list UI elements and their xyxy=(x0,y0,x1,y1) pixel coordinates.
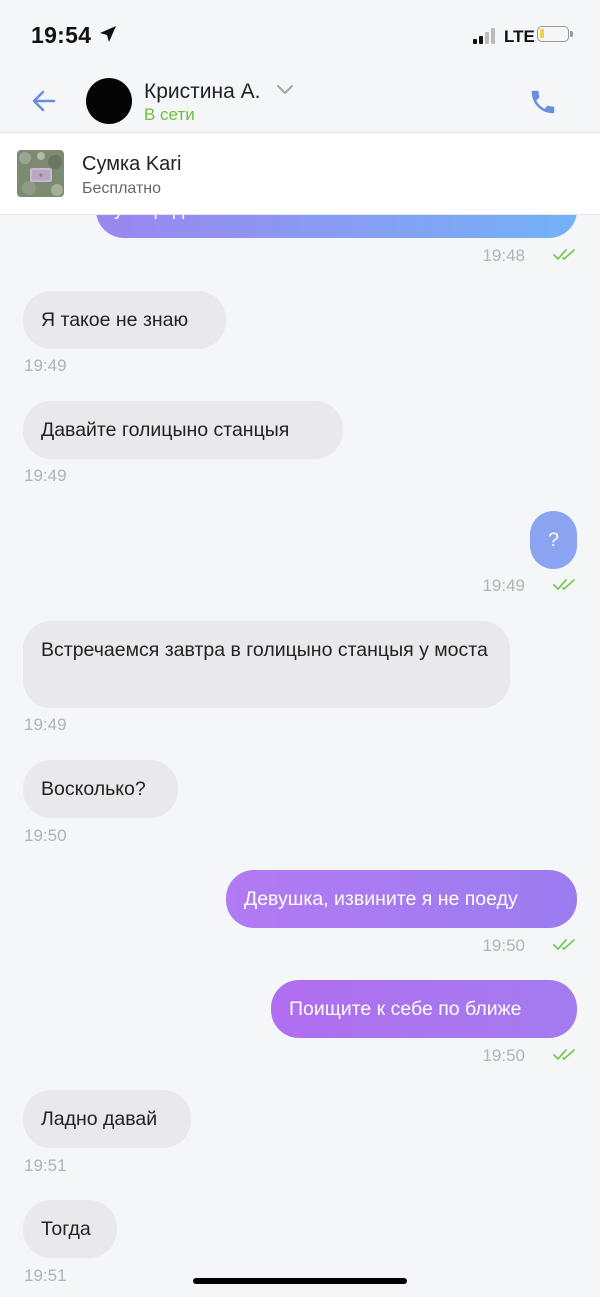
signal-bars-icon xyxy=(473,28,495,44)
message-text: Поищите к себе по ближе xyxy=(289,998,522,1020)
listing-price: Бесплатно xyxy=(82,180,162,197)
message-text: Девушка, извините я не поеду xyxy=(244,888,518,910)
message-time: 19:50 xyxy=(24,826,67,845)
message-outgoing[interactable]: Девушка, извините я не поеду xyxy=(226,870,577,928)
message-time: 19:49 xyxy=(24,466,67,485)
message-incoming[interactable]: Я такое не знаю xyxy=(23,291,226,349)
home-indicator[interactable] xyxy=(193,1278,407,1284)
listing-title[interactable]: Сумка Kari xyxy=(82,153,181,176)
message-incoming[interactable]: Давайте голицыно станцыя xyxy=(23,401,343,459)
phone-call-icon[interactable] xyxy=(528,87,558,117)
message-text: Ладно давай xyxy=(41,1108,158,1130)
double-check-icon xyxy=(553,579,575,590)
message-time: 19:51 xyxy=(24,1266,67,1285)
message-incoming[interactable]: Ладно давай xyxy=(23,1090,191,1148)
chat-header: Кристина А. В сети xyxy=(0,70,600,133)
message-text: Я такое не знаю xyxy=(41,309,189,331)
message-outgoing[interactable]: Поищите к себе по ближе xyxy=(271,980,577,1038)
message-text: Встречаемся завтра в голицыно станцыя у … xyxy=(41,639,488,661)
message-incoming[interactable]: Тогда xyxy=(23,1200,117,1258)
listing-bar[interactable]: Сумка Kari Бесплатно xyxy=(0,133,600,215)
listing-thumbnail[interactable] xyxy=(17,150,64,197)
message-text: ? xyxy=(548,529,559,551)
message-time: 19:50 xyxy=(482,1046,525,1065)
chevron-down-icon[interactable] xyxy=(276,84,294,96)
message-time: 19:50 xyxy=(482,936,525,955)
back-arrow-icon[interactable] xyxy=(30,87,58,115)
message-text: Восколько? xyxy=(41,778,146,800)
double-check-icon xyxy=(553,1049,575,1060)
battery-icon xyxy=(537,26,573,42)
avatar[interactable] xyxy=(86,78,132,124)
message-incoming[interactable]: Встречаемся завтра в голицыно станцыя у … xyxy=(23,621,510,708)
message-time: 19:48 xyxy=(482,246,525,265)
status-time: 19:54 xyxy=(31,22,92,48)
presence-status: В сети xyxy=(144,105,195,124)
message-text: Давайте голицыно станцыя xyxy=(41,419,290,441)
message-time: 19:49 xyxy=(482,576,525,595)
message-incoming[interactable]: Восколько? xyxy=(23,760,178,818)
message-text: Тогда xyxy=(41,1218,91,1240)
double-check-icon xyxy=(553,249,575,260)
message-time: 19:49 xyxy=(24,356,67,375)
network-type: LTE xyxy=(504,27,535,46)
double-check-icon xyxy=(553,939,575,950)
message-time: 19:51 xyxy=(24,1156,67,1175)
message-time: 19:49 xyxy=(24,715,67,734)
message-outgoing[interactable]: ? xyxy=(530,511,577,569)
contact-name[interactable]: Кристина А. xyxy=(144,80,260,104)
status-bar: 19:54 LTE xyxy=(0,0,600,70)
location-arrow-icon xyxy=(100,26,116,42)
